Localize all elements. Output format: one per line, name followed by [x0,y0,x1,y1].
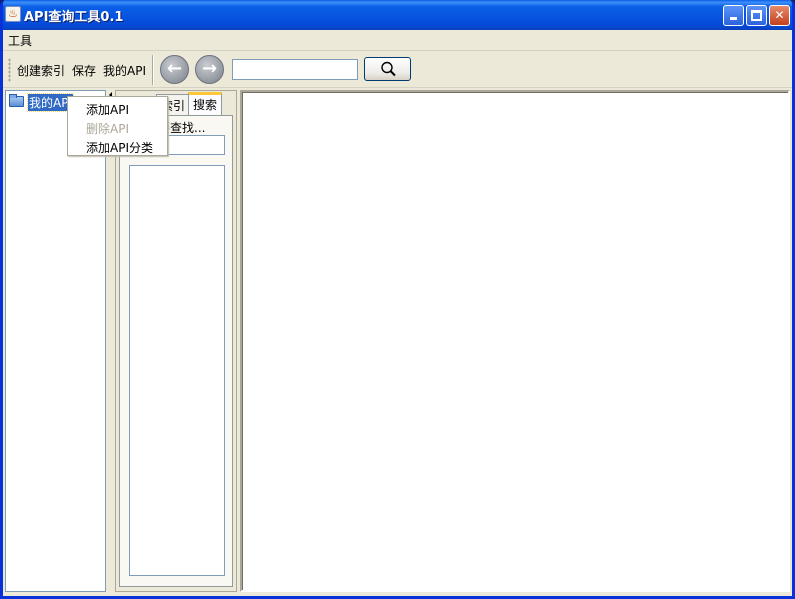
window-title: API查询工具0.1 [24,10,124,25]
tab-search[interactable]: 搜索 [188,92,223,115]
toolbar-grip[interactable] [8,58,11,82]
content-viewer[interactable] [240,90,790,592]
toolbar-search-input[interactable] [232,59,358,80]
minimize-icon [730,17,737,20]
create-index-button[interactable]: 创建索引 [17,62,65,79]
magnifier-icon [381,61,396,77]
arrow-left-icon: ← [166,58,183,79]
close-button[interactable]: ✕ [769,5,790,26]
arrow-right-icon: → [201,58,218,79]
api-tree[interactable]: 我的API [5,90,106,592]
folder-icon [9,94,24,107]
splitter-handle[interactable] [108,90,114,592]
back-button[interactable]: ← [160,55,189,84]
menu-add-api-category[interactable]: 添加API分类 [68,136,167,155]
title-bar[interactable]: ♨ API查询工具0.1 ✕ [3,0,792,30]
search-tab-body: 要查找... [119,115,233,587]
forward-button[interactable]: → [195,55,224,84]
menu-delete-api: 删除API [86,122,129,136]
context-menu: 添加API 删除API 添加API分类 [67,96,168,156]
menu-add-api[interactable]: 添加API [68,98,167,117]
toolbar-separator [152,55,154,85]
tree-node-my-api[interactable]: 我的API [9,93,74,112]
maximize-button[interactable] [746,5,767,26]
close-icon: ✕ [774,8,785,22]
minimize-button[interactable] [723,5,744,26]
menu-tools[interactable]: 工具 [6,32,34,49]
side-tab-panel: 索引 搜索 要查找... [115,90,237,592]
menu-bar: 工具 [3,30,792,49]
java-icon[interactable]: ♨ [5,6,21,22]
search-result-list[interactable] [129,165,225,576]
save-button[interactable]: 保存 [72,62,96,79]
main-window: ♨ API查询工具0.1 ✕ 工具 创建索引 保存 我的API ← → 我的AP… [0,0,795,599]
search-button[interactable] [364,57,411,81]
maximize-icon [751,10,762,21]
toolbar: 创建索引 保存 我的API ← → [3,50,792,88]
my-api-button[interactable]: 我的API [103,62,146,79]
